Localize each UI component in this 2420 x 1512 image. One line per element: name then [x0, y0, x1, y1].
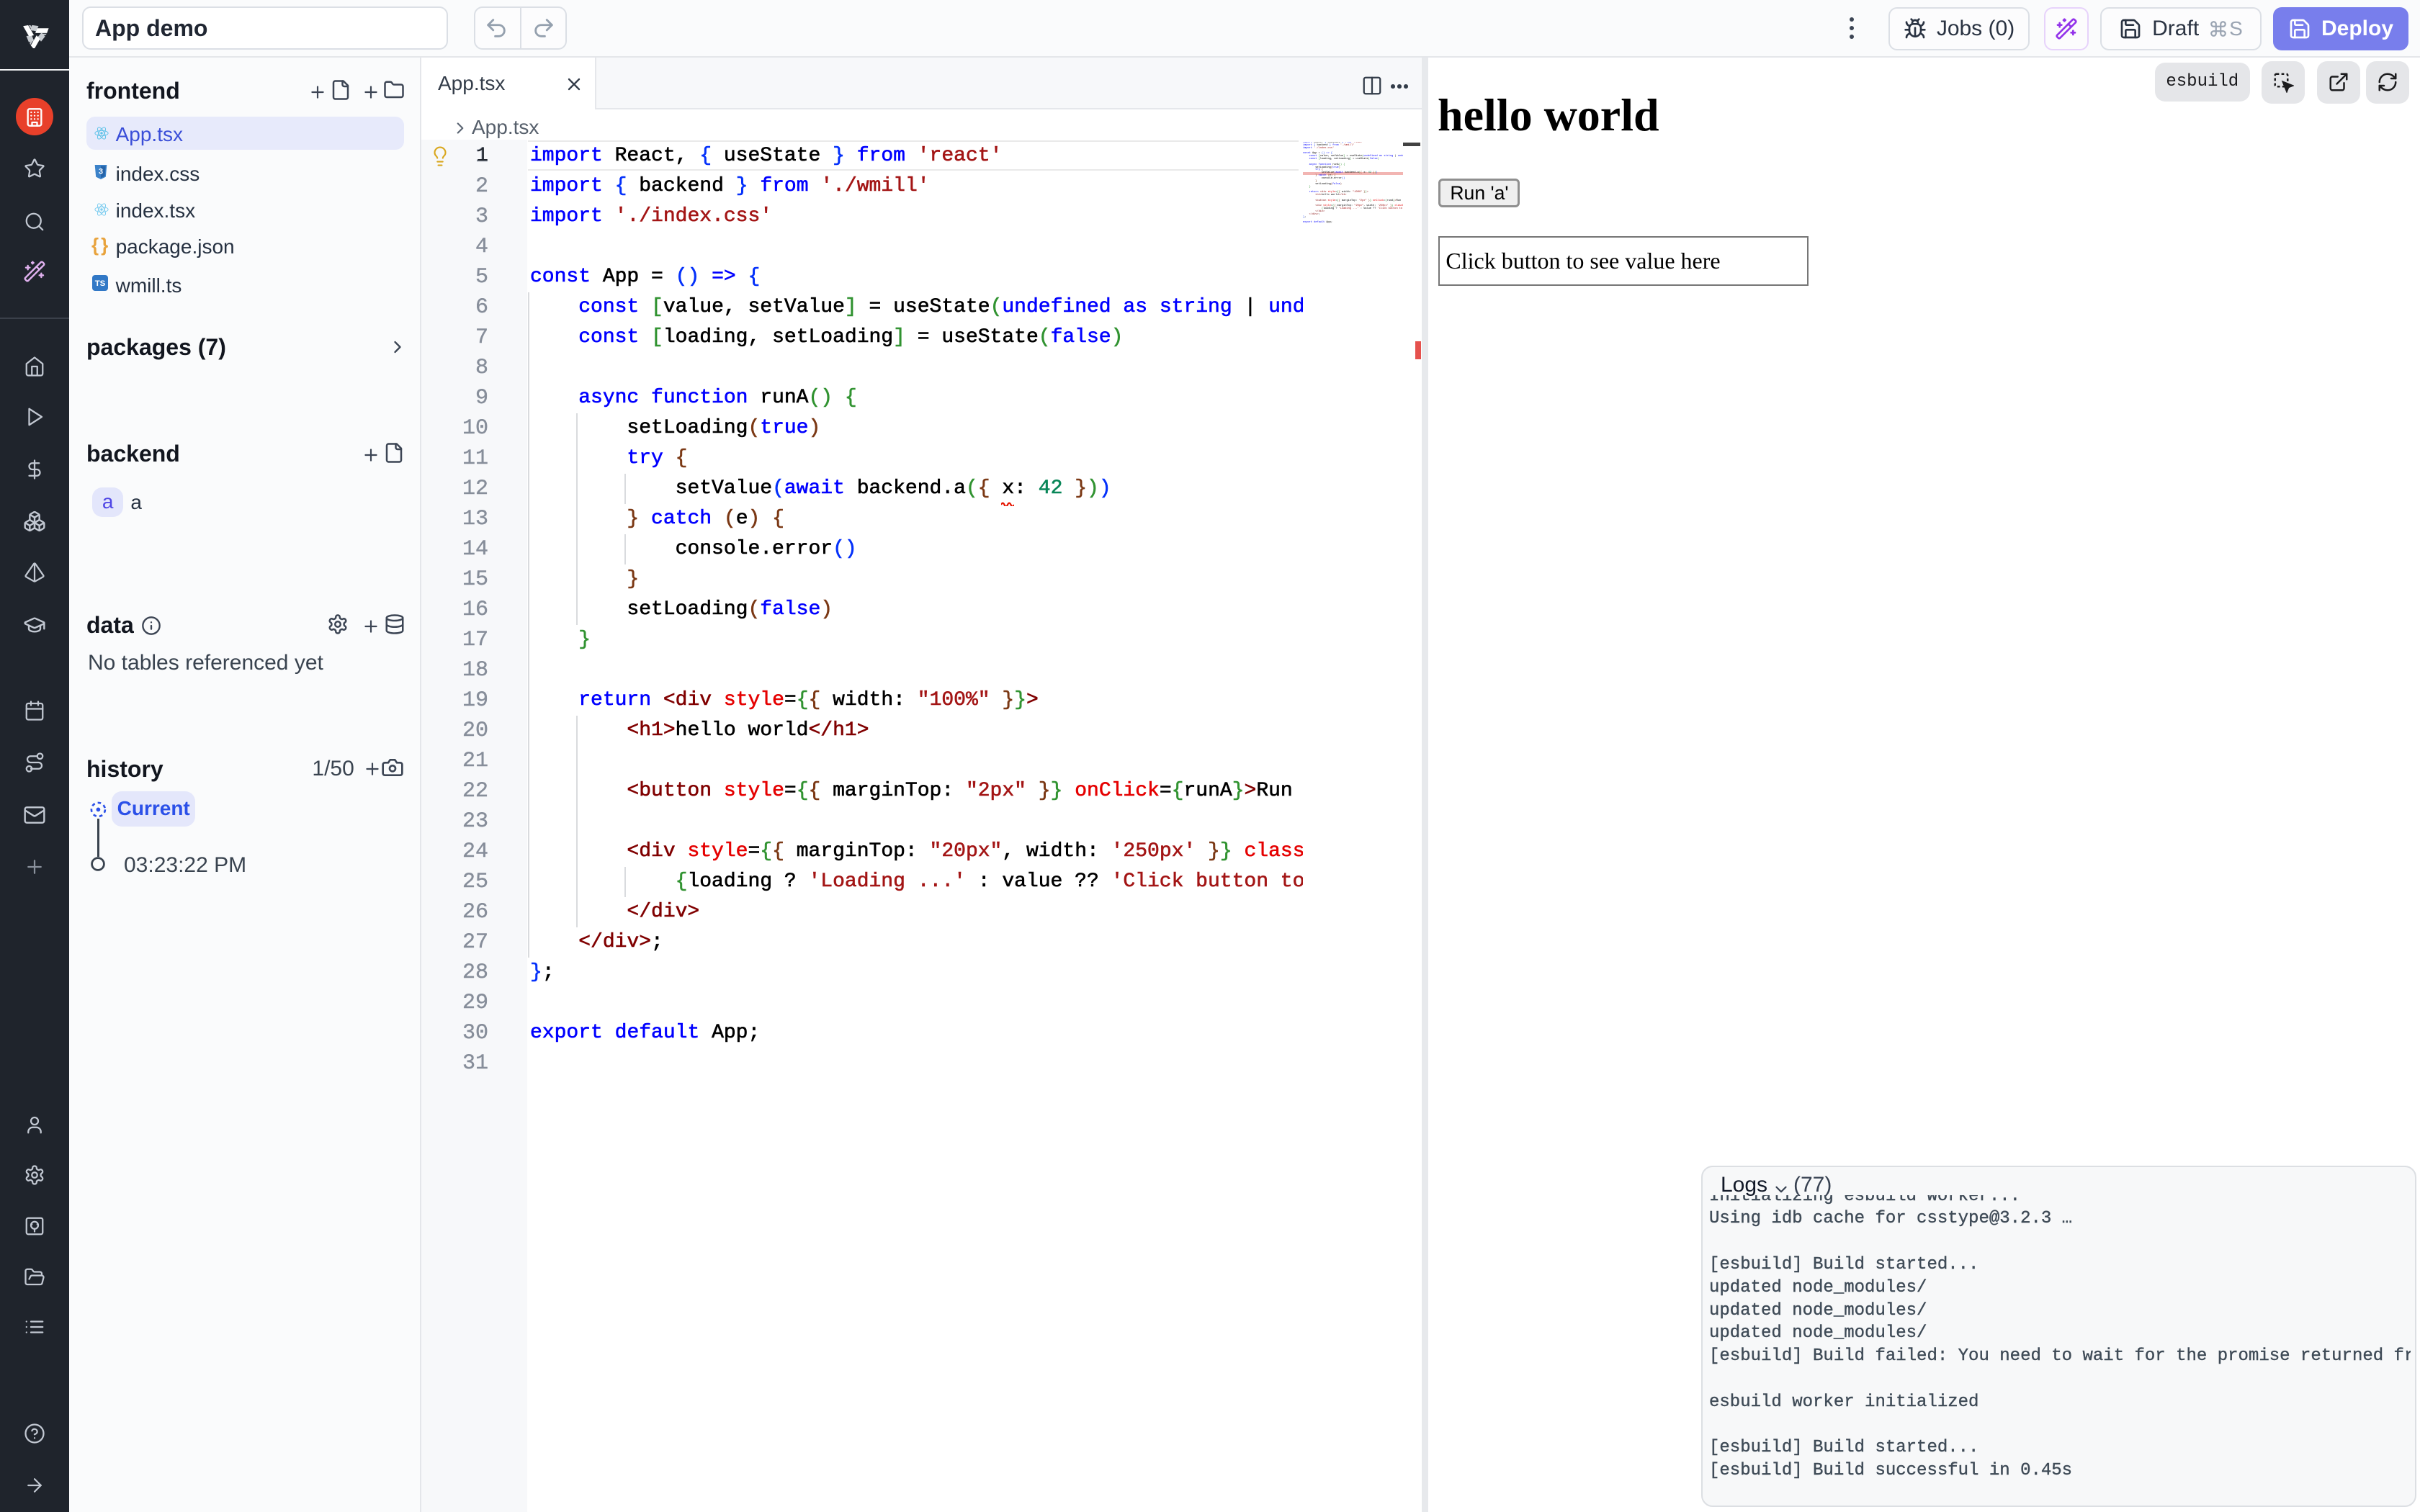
svg-text:3: 3 — [99, 168, 103, 176]
